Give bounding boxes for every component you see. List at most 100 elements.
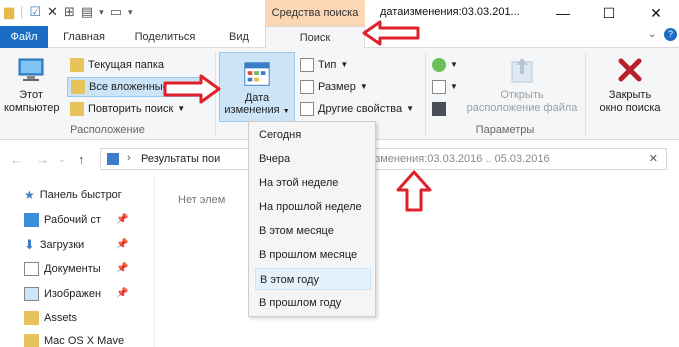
ribbon-tabs: Файл Главная Поделиться Вид Поиск ⌄ ? — [0, 26, 679, 49]
folder-icon[interactable]: ▆ — [4, 4, 14, 20]
download-icon: ⬇ — [24, 237, 35, 252]
chevron-down-icon[interactable]: ▾ — [99, 4, 104, 20]
tab-file[interactable]: Файл — [0, 26, 48, 48]
folder-icon — [24, 311, 39, 325]
address-path: Результаты пои — [141, 153, 221, 165]
nav-item-desktop[interactable]: Рабочий ст — [24, 209, 101, 231]
tab-share[interactable]: Поделиться — [126, 26, 204, 48]
forward-icon[interactable]: → — [36, 152, 49, 167]
pin-icon: 📌 — [116, 239, 129, 250]
current-folder-button[interactable]: Текущая папка — [70, 56, 164, 74]
this-pc-button[interactable]: Этот компьютер — [2, 52, 60, 115]
annotation-arrow-left — [362, 20, 420, 46]
date-option-today[interactable]: Сегодня — [255, 124, 371, 146]
back-icon[interactable]: ← — [10, 152, 23, 167]
recent-searches-icon — [432, 58, 446, 72]
separator: | — [20, 4, 24, 19]
qat-customize-icon[interactable]: ▭ — [110, 4, 122, 20]
date-modified-line2: изменения — [224, 104, 280, 116]
date-modified-button[interactable]: Дата изменения ▼ — [219, 52, 295, 122]
nav-item-label: Документы — [44, 263, 101, 275]
documents-icon — [24, 262, 39, 276]
properties-icon — [300, 102, 314, 116]
date-option-last-week[interactable]: На прошлой неделе — [255, 196, 371, 218]
delete-icon[interactable]: ✕ — [47, 4, 58, 20]
chevron-down-icon[interactable]: ▾ — [128, 4, 133, 20]
tab-home[interactable]: Главная — [56, 26, 112, 48]
up-icon[interactable]: ↑ — [78, 152, 85, 167]
nav-item-downloads[interactable]: ⬇ Загрузки — [24, 234, 84, 256]
calendar-icon — [244, 62, 270, 86]
minimize-button[interactable]: — — [540, 0, 586, 26]
clear-search-icon[interactable]: ✕ — [649, 152, 658, 165]
pictures-icon — [24, 287, 39, 301]
tab-view[interactable]: Вид — [218, 26, 260, 48]
size-button[interactable]: Размер ▼ — [300, 78, 368, 96]
pin-icon: 📌 — [116, 288, 129, 299]
nav-item-quick-access[interactable]: ★ Панель быстрог — [24, 184, 122, 206]
help-icon[interactable]: ? — [664, 28, 677, 41]
date-option-this-month[interactable]: В этом месяце — [255, 220, 371, 242]
group-label-options: Параметры — [475, 124, 535, 136]
kind-label: Тип — [318, 59, 337, 71]
contextual-tab-title: Средства поиска — [265, 0, 365, 26]
open-location-icon — [511, 58, 533, 83]
other-properties-button[interactable]: Другие свойства ▼ — [300, 100, 414, 118]
other-properties-label: Другие свойства — [318, 103, 403, 115]
date-modified-dropdown: Сегодня Вчера На этой неделе На прошлой … — [248, 121, 376, 317]
close-window-button[interactable]: ✕ — [633, 0, 679, 26]
chevron-down-icon: ▼ — [359, 82, 368, 91]
open-file-location-button[interactable]: Открыть расположение файла — [466, 52, 578, 115]
empty-results-message: Нет элем — [178, 194, 226, 206]
advanced-options-button[interactable]: ▼ — [432, 78, 458, 96]
maximize-button[interactable]: ☐ — [586, 0, 632, 26]
open-location-line1: Открыть — [500, 89, 544, 101]
collapse-ribbon-icon[interactable]: ⌄ — [648, 29, 656, 40]
date-option-this-year[interactable]: В этом году — [255, 268, 371, 290]
nav-item-label: Рабочий ст — [44, 214, 101, 226]
date-option-yesterday[interactable]: Вчера — [255, 148, 371, 170]
close-search-button[interactable]: Закрыть окно поиска — [590, 52, 670, 115]
quick-access-toolbar: ▆ | ☑ ✕ ⊞ ▤ ▾ ▭ ▾ — [4, 4, 133, 20]
save-search-button[interactable] — [432, 100, 446, 118]
date-modified-line1: Дата — [244, 92, 270, 104]
window-title: датаизменения:03.03.201... — [380, 6, 520, 18]
chevron-down-icon[interactable]: ⌄ — [58, 154, 66, 165]
group-label-location: Расположение — [70, 124, 145, 136]
search-results-icon — [107, 153, 119, 165]
nav-item-mac-os-x[interactable]: Mac OS X Mave — [24, 330, 124, 347]
date-option-last-year[interactable]: В прошлом году — [255, 292, 371, 314]
kind-button[interactable]: Тип ▼ — [300, 56, 348, 74]
close-search-line2: окно поиска — [599, 102, 661, 114]
rename-icon[interactable]: ⊞ — [64, 4, 75, 20]
nav-item-pictures[interactable]: Изображен — [24, 283, 101, 305]
properties-icon[interactable]: ☑ — [29, 4, 41, 20]
search-query-text[interactable]: изменения:03.03.2016 .. 05.03.2016 — [369, 153, 550, 165]
nav-item-label: Mac OS X Mave — [44, 335, 125, 347]
subfolders-icon — [71, 80, 85, 94]
nav-item-label: Assets — [44, 312, 78, 324]
pin-icon: 📌 — [116, 263, 129, 274]
recent-searches-button[interactable]: ▼ — [432, 56, 458, 74]
nav-item-documents[interactable]: Документы — [24, 258, 101, 280]
nav-item-label: Изображен — [44, 288, 102, 300]
tab-search[interactable]: Поиск — [265, 26, 365, 49]
folder-icon — [70, 58, 84, 72]
advanced-options-icon — [432, 80, 446, 94]
computer-icon — [18, 58, 44, 81]
date-option-this-week[interactable]: На этой неделе — [255, 172, 371, 194]
divider — [585, 52, 586, 136]
this-pc-label: Этот компьютер — [4, 89, 60, 114]
close-icon — [618, 58, 642, 82]
current-folder-label: Текущая папка — [88, 59, 165, 71]
chevron-down-icon: ▼ — [340, 60, 349, 69]
date-option-last-month[interactable]: В прошлом месяце — [255, 244, 371, 266]
layout-icon[interactable]: ▤ — [81, 4, 93, 20]
close-search-line1: Закрыть — [608, 89, 652, 101]
search-again-label: Повторить поиск — [88, 103, 174, 115]
nav-item-assets[interactable]: Assets — [24, 307, 77, 329]
open-location-line2: расположение файла — [466, 102, 578, 114]
search-again-icon — [70, 102, 84, 116]
address-bar[interactable]: › Результаты пои изменения:03.03.2016 ..… — [100, 148, 667, 170]
chevron-down-icon: ▼ — [450, 60, 458, 69]
